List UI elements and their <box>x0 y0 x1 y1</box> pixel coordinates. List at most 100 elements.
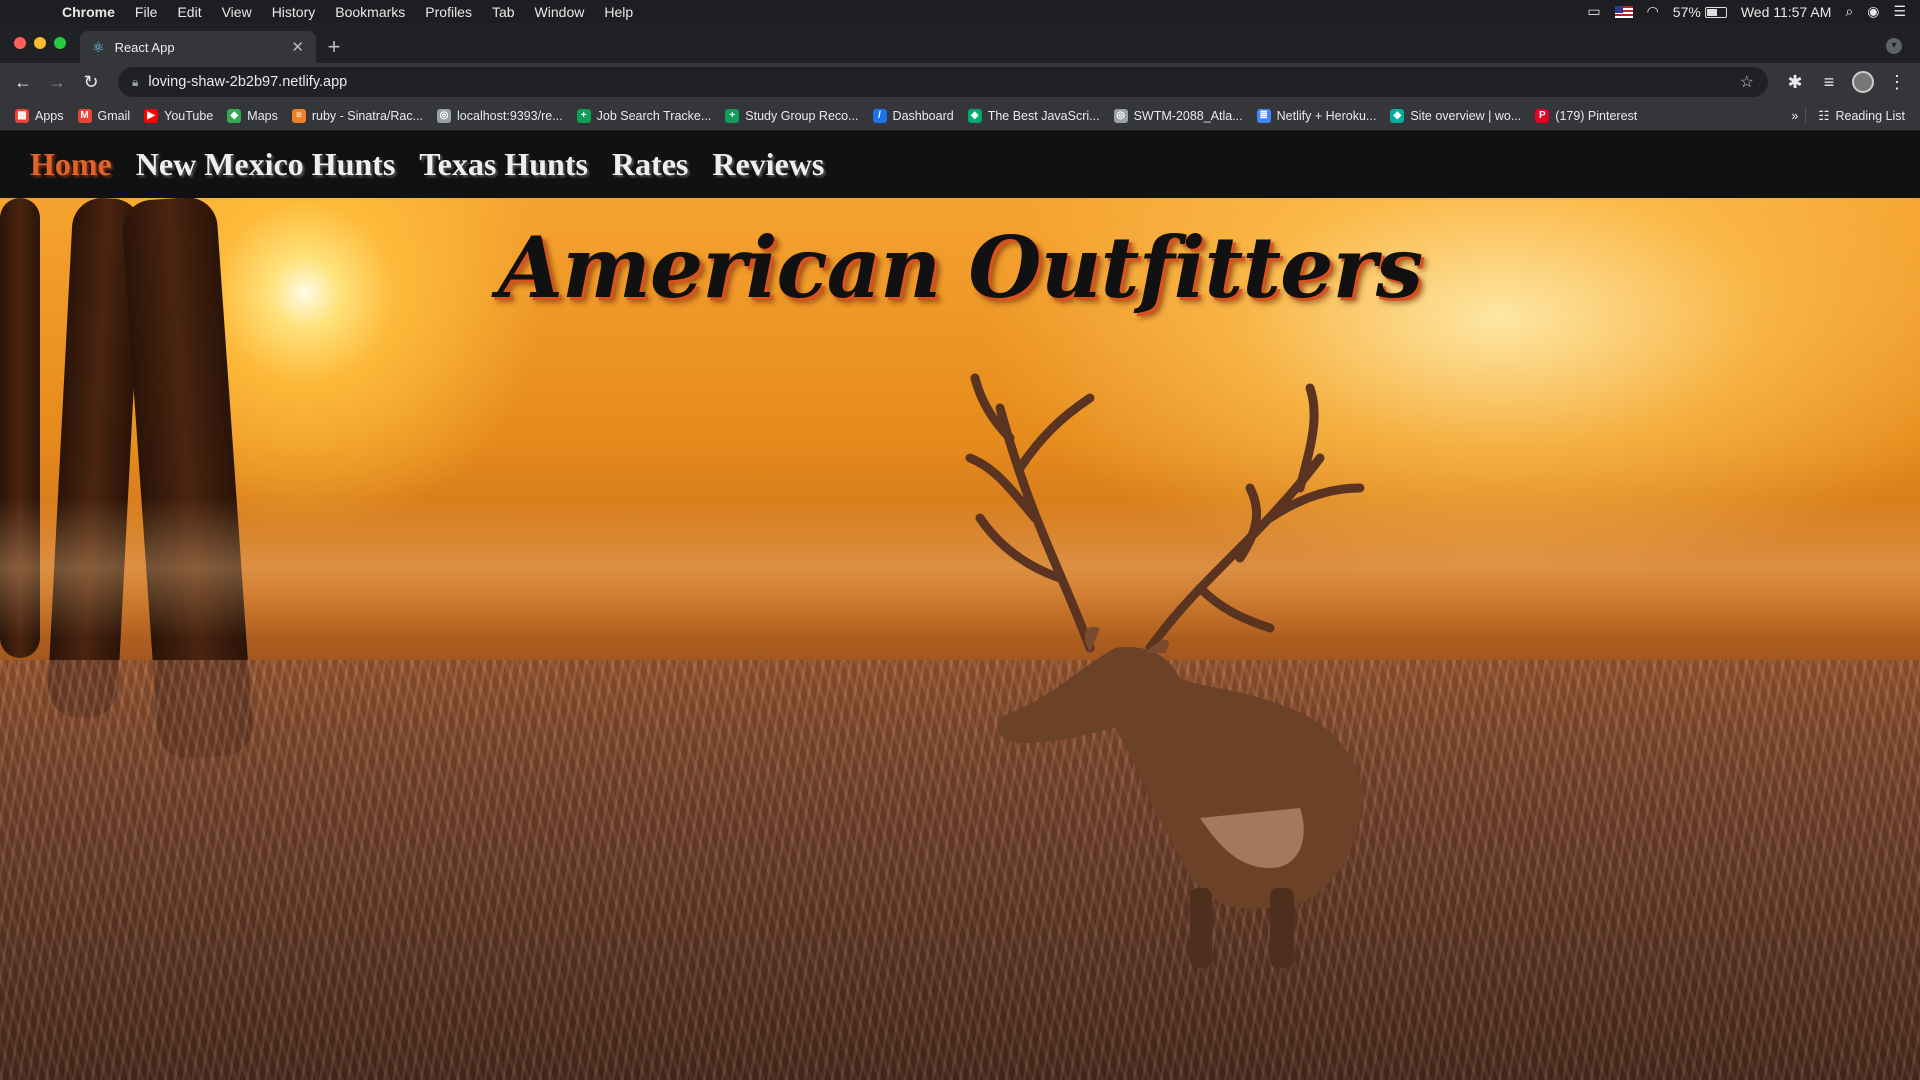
youtube-icon: ▶ <box>144 108 159 123</box>
profile-avatar-button[interactable] <box>1848 67 1878 97</box>
bookmark-item[interactable]: M Gmail <box>71 108 138 123</box>
menu-window[interactable]: Window <box>525 4 595 20</box>
web-page: Home New Mexico Hunts Texas Hunts Rates … <box>0 131 1920 1080</box>
menu-help[interactable]: Help <box>594 4 643 20</box>
bookmark-star-icon[interactable]: ☆ <box>1740 72 1754 92</box>
menu-file[interactable]: File <box>125 4 168 20</box>
address-bar[interactable]: 🔒︎ loving-shaw-2b2b97.netlify.app ☆ <box>118 67 1768 97</box>
bookmark-item[interactable]: + Study Group Reco... <box>718 108 865 123</box>
bookmark-item[interactable]: ◎ localhost:9393/re... <box>430 108 570 123</box>
bookmark-item[interactable]: ◈ The Best JavaScri... <box>961 108 1107 123</box>
bookmark-item[interactable]: ◎ SWTM-2088_Atla... <box>1107 108 1250 123</box>
minimize-window-button[interactable] <box>34 37 46 49</box>
extensions-icon[interactable]: ✱ <box>1780 67 1810 97</box>
bookmark-label: YouTube <box>164 108 214 123</box>
close-tab-icon[interactable]: ✕ <box>291 38 304 56</box>
reading-list-icon: ☷ <box>1818 109 1830 123</box>
siri-icon[interactable]: ◉ <box>1867 3 1879 20</box>
menu-edit[interactable]: Edit <box>167 4 211 20</box>
bookmark-label: Job Search Tracke... <box>596 108 712 123</box>
bookmark-label: Maps <box>247 108 278 123</box>
back-button[interactable]: ← <box>8 67 38 97</box>
bookmark-label: localhost:9393/re... <box>457 108 563 123</box>
sheets-icon: + <box>725 108 740 123</box>
bookmark-item[interactable]: + Job Search Tracke... <box>570 108 719 123</box>
spotlight-search-icon[interactable]: ⌕ <box>1845 3 1853 20</box>
bookmark-item[interactable]: ◆ Site overview | wo... <box>1383 108 1528 123</box>
bookmark-label: ruby - Sinatra/Rac... <box>311 108 424 123</box>
macos-menubar: Chrome File Edit View History Bookmarks … <box>0 0 1920 23</box>
hero-title: American Outfitters <box>497 218 1423 317</box>
dashboard-icon: / <box>872 108 887 123</box>
react-favicon-icon: ⚛ <box>92 38 105 55</box>
url-text[interactable]: loving-shaw-2b2b97.netlify.app <box>148 74 347 90</box>
nav-reviews[interactable]: Reviews <box>712 146 824 183</box>
bookmark-item[interactable]: ◆ Maps <box>220 108 285 123</box>
tab-search-icon[interactable]: ▾ <box>1886 38 1902 54</box>
wifi-icon[interactable]: ◠ <box>1647 3 1659 20</box>
stackoverflow-icon: ≡ <box>291 108 306 123</box>
layers-icon: ◈ <box>967 108 982 123</box>
bookmark-label: Dashboard <box>892 108 954 123</box>
maps-icon: ◆ <box>227 108 242 123</box>
avatar <box>1852 71 1874 93</box>
menu-bookmarks[interactable]: Bookmarks <box>325 4 415 20</box>
tab-title: React App <box>114 39 175 55</box>
apps-grid-icon: ▦ <box>15 108 29 123</box>
lock-icon[interactable]: 🔒︎ <box>132 75 138 90</box>
pinterest-icon: P <box>1535 108 1550 123</box>
tab-react-app[interactable]: ⚛ React App ✕ <box>80 31 316 63</box>
clock[interactable]: Wed 11:57 AM <box>1741 4 1832 20</box>
bookmark-item[interactable]: ≡ ruby - Sinatra/Rac... <box>285 108 430 123</box>
menu-view[interactable]: View <box>212 4 262 20</box>
tab-strip: ⚛ React App ✕ + ▾ <box>0 23 1920 63</box>
battery-icon <box>1704 7 1727 19</box>
airplay-icon[interactable]: ▭ <box>1587 3 1600 20</box>
bookmark-label: Netlify + Heroku... <box>1276 108 1377 123</box>
bookmark-item[interactable]: P (179) Pinterest <box>1528 108 1644 123</box>
gmail-icon: M <box>77 108 92 123</box>
forward-button[interactable]: → <box>42 67 72 97</box>
input-source-flag-icon[interactable] <box>1614 5 1633 18</box>
menu-profiles[interactable]: Profiles <box>415 4 482 20</box>
control-center-icon[interactable]: ☰ <box>1893 3 1906 20</box>
globe-icon: ◎ <box>437 108 452 123</box>
nav-rates[interactable]: Rates <box>612 146 688 183</box>
new-tab-button[interactable]: + <box>316 31 352 63</box>
netlify-icon: ◆ <box>1390 108 1405 123</box>
sheets-icon: + <box>576 108 591 123</box>
bookmark-item[interactable]: ▦ Apps <box>8 108 71 123</box>
battery-status[interactable]: 57% <box>1673 4 1727 20</box>
bookmark-label: SWTM-2088_Atla... <box>1133 108 1243 123</box>
close-window-button[interactable] <box>14 37 26 49</box>
bookmark-label: (179) Pinterest <box>1555 108 1638 123</box>
nav-home[interactable]: Home <box>30 146 112 183</box>
maximize-window-button[interactable] <box>54 37 66 49</box>
browser-toolbar: ← → ↻ 🔒︎ loving-shaw-2b2b97.netlify.app … <box>0 63 1920 101</box>
nav-texas-hunts[interactable]: Texas Hunts <box>419 146 588 183</box>
bookmark-item[interactable]: ▶ YouTube <box>137 108 220 123</box>
site-navbar: Home New Mexico Hunts Texas Hunts Rates … <box>0 131 1920 198</box>
chrome-menu-icon[interactable]: ⋮ <box>1882 67 1912 97</box>
bookmark-label: Gmail <box>97 108 131 123</box>
bookmarks-bar: ▦ Apps M Gmail ▶ YouTube ◆ Maps ≡ ruby - Sinatra/… <box>0 101 1920 131</box>
docs-icon: ≣ <box>1256 108 1271 123</box>
menu-tab[interactable]: Tab <box>482 4 525 20</box>
menu-history[interactable]: History <box>262 4 326 20</box>
hero-banner-image: American Outfitters <box>0 195 1920 1080</box>
battery-percent: 57% <box>1672 3 1701 20</box>
window-controls <box>0 23 80 63</box>
reload-button[interactable]: ↻ <box>76 67 106 97</box>
bookmark-label: Site overview | wo... <box>1410 108 1522 123</box>
bookmarks-overflow-button[interactable]: » <box>1784 109 1805 123</box>
bookmark-item[interactable]: ≣ Netlify + Heroku... <box>1250 108 1384 123</box>
reading-list-label: Reading List <box>1835 108 1906 123</box>
bookmark-label: Apps <box>35 108 64 123</box>
globe-icon: ◎ <box>1113 108 1128 123</box>
stag-deer-illustration <box>965 373 1365 968</box>
menu-app-name[interactable]: Chrome <box>52 4 125 20</box>
media-controls-icon[interactable]: ≡ <box>1814 67 1844 97</box>
bookmark-item[interactable]: / Dashboard <box>866 108 961 123</box>
reading-list-button[interactable]: ☷ Reading List <box>1805 108 1912 123</box>
nav-new-mexico-hunts[interactable]: New Mexico Hunts <box>136 146 396 183</box>
